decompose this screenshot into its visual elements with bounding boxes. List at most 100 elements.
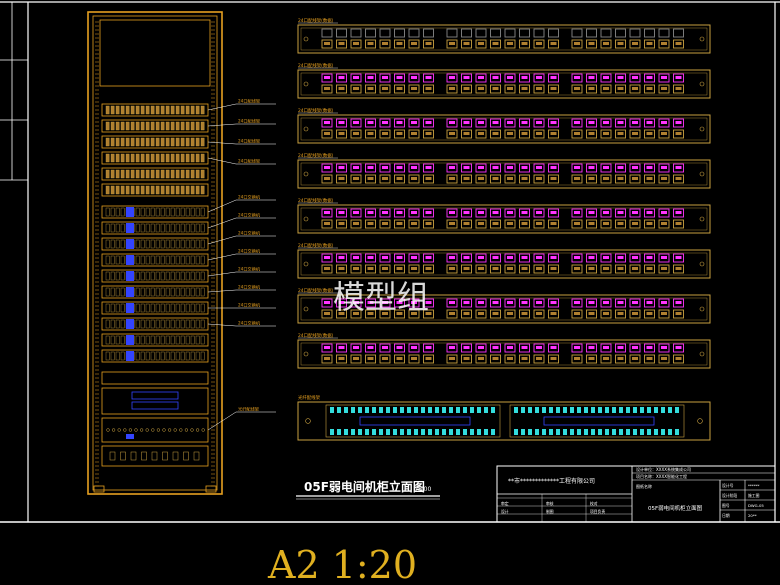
callout-label: 24口交换机 [238,248,261,255]
drawing-scale: 1:100 [414,486,431,493]
fiber-adapter [435,407,439,413]
fiber-adapter [612,407,616,413]
switch-led [126,303,134,313]
fiber-adapter [514,429,518,435]
fiber-adapter [549,407,553,413]
mount-hole [699,306,705,312]
patch-panel: 24口配线架(数据) [297,107,711,144]
cabinet-outer [87,11,223,495]
callout-label: 24口配线架 [238,138,260,145]
meta-label: 设计阶段 [722,493,737,498]
mount-hole [699,216,705,222]
switch-led [126,255,134,265]
fiber-adapter [633,407,637,413]
fiber-adapter [414,407,418,413]
signature-field-label: 制图 [546,509,554,514]
rj45-port [600,28,612,38]
cabinet-patch-unit [101,103,209,117]
fiber-adapter [675,429,679,435]
rj45-port [321,28,333,38]
fiber-adapter [570,429,574,435]
fiber-adapter [414,429,418,435]
fiber-adapter [407,429,411,435]
fiber-adapter [456,407,460,413]
cad-drawing: 24口配线架 24口配线架 24口配线架 24口配线架 24口交换机 24口交换机 24口交… [0,1,780,585]
fiber-adapter [379,407,383,413]
fiber-adapter [633,429,637,435]
fiber-adapter [393,429,397,435]
drawing-name: 05F弱电间机柜立面图 [648,504,703,512]
fiber-adapter [591,407,595,413]
mount-hole [303,81,309,87]
cabinet-switch-unit [101,301,209,315]
mount-hole [699,36,705,42]
fiber-adapter [647,429,651,435]
fiber-adapter [351,429,355,435]
cabinet-switch-unit [101,253,209,267]
fiber-adapter [521,407,525,413]
patch-panel: 24口配线架(数据) [297,197,711,234]
rj45-port [475,28,487,38]
ups-display [131,391,179,400]
switch-led [126,351,134,361]
meta-value: DWG-05 [748,503,764,508]
fiber-adapter [654,407,658,413]
patch-panel: 24口配线架(数据) [297,152,711,189]
fiber-adapter [470,407,474,413]
mount-hole [303,351,309,357]
fiber-adapter [640,407,644,413]
signature-field-label: 设计 [501,509,509,514]
switch-led [126,319,134,329]
cabinet-switch-unit [101,237,209,251]
sheet-scale-label: A2 1:20 [267,543,417,585]
cabinet-switch-unit [101,349,209,363]
cabinet-callouts: 24口配线架 24口配线架 24口配线架 24口配线架 24口交换机 24口交换机 24口交… [207,98,276,431]
mount-hole [303,216,309,222]
callout-label: 24口配线架 [238,98,260,105]
patch-panel: 24口配线架(数据) [297,242,711,279]
callout-label: 24口交换机 [238,284,261,291]
meta-label: 日期 [722,513,730,518]
callout-label: 24口配线架 [238,118,260,125]
mount-hole [303,306,309,312]
ups-display [131,401,179,410]
callout-label: 24口交换机 [238,302,261,309]
fiber-adapter [577,407,581,413]
mount-hole [305,418,311,424]
fiber-adapter [463,407,467,413]
watermark-text: 模型组 [333,278,429,316]
switch-led [126,207,134,217]
fiber-led [126,434,134,439]
callout-label: 24口交换机 [238,320,261,327]
rj45-port [673,28,684,38]
cabinet-inner [92,15,218,491]
mount-hole [303,36,309,42]
fiber-adapter [449,429,453,435]
patch-panel: 24口配线架(数据) [297,62,711,99]
signature-field-label: 审核 [546,501,554,506]
fiber-adapter [528,429,532,435]
fiber-adapter [647,407,651,413]
fiber-adapter [619,429,623,435]
project-line: 项目名称：XXXX智能化工程 [636,473,687,479]
fiber-adapter [619,407,623,413]
rj45-port [365,28,376,38]
cabinet-switch-unit [101,205,209,219]
cabinet-switch-unit [101,317,209,331]
fiber-adapter [535,429,539,435]
fiber-adapter [428,407,432,413]
meta-label: 图号 [722,503,730,508]
rj45-port [586,28,597,38]
fiber-adapter [463,429,467,435]
fiber-adapter [556,429,560,435]
callout-label: 24口交换机 [238,230,261,237]
fiber-adapter [577,429,581,435]
fiber-adapter [528,407,532,413]
cabinet-patch-unit [101,135,209,149]
fiber-adapter [351,407,355,413]
fiber-adapter [358,429,362,435]
fiber-panel-label: 光纤配线架 [298,394,321,401]
rj45-port [644,28,655,38]
callout-label: 24口配线架 [238,158,260,165]
cabinet-patch-unit [101,167,209,181]
